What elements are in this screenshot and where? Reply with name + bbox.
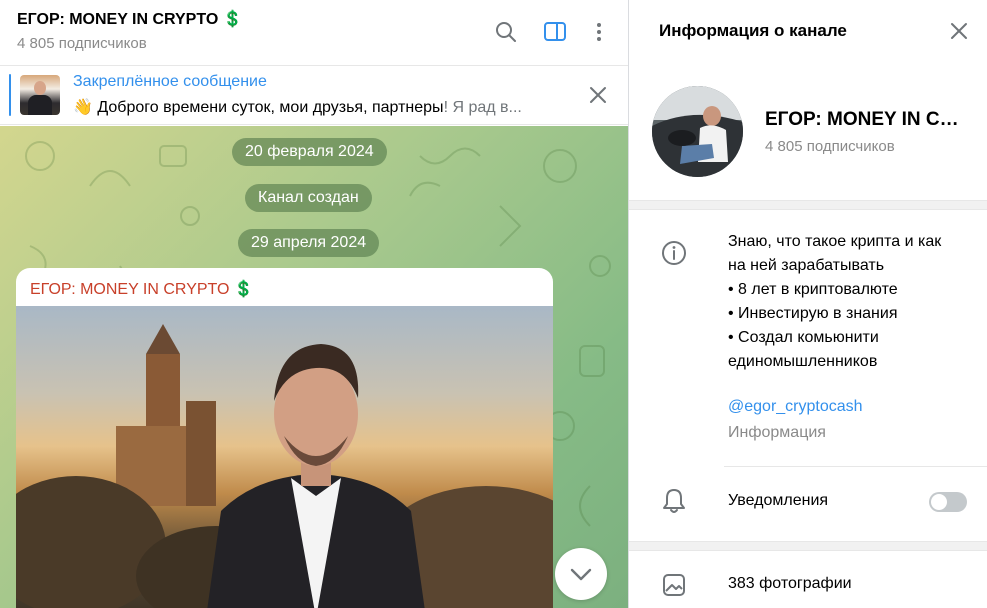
info-icon [659, 238, 689, 268]
post-photo[interactable] [16, 306, 553, 608]
description-line: • 8 лет в криптовалюте [728, 281, 898, 298]
pinned-message-bar[interactable]: Закреплённое сообщение 👋 Доброго времени… [0, 66, 628, 125]
channel-info-panel: Информация о канале ЕГОР: MONEY IN CRYPT… [629, 0, 987, 608]
photo-icon [659, 570, 689, 600]
channel-avatar[interactable] [652, 86, 743, 177]
chat-subscribers: 4 805 подписчиков [17, 35, 147, 52]
more-menu-button[interactable] [586, 19, 612, 45]
notifications-label[interactable]: Уведомления [728, 492, 828, 510]
post-photo-image [16, 324, 553, 608]
scroll-to-bottom-button[interactable] [555, 548, 607, 600]
chat-pane: ЕГОР: MONEY IN CRYPTO 💲 4 805 подписчико… [0, 0, 628, 608]
description-line: на ней зарабатывать [728, 257, 885, 274]
more-vertical-icon [597, 23, 601, 41]
sidebar-toggle-icon [544, 22, 566, 41]
description-line: • Создал комьюнити [728, 329, 879, 346]
description-line: единомышленников [728, 353, 878, 370]
description-line: • Инвестирую в знания [728, 305, 898, 322]
date-separator: 29 апреля 2024 [238, 229, 380, 257]
pinned-indicator [9, 74, 11, 116]
description-line: Знаю, что такое крипта и как [728, 233, 942, 250]
notifications-toggle[interactable] [929, 492, 967, 512]
search-button[interactable] [493, 19, 519, 45]
pinned-text-main: 👋 Доброго времени суток, мои друзья, пар… [73, 99, 444, 116]
pinned-thumbnail [20, 75, 60, 115]
channel-subscribers: 4 805 подписчиков [765, 138, 895, 155]
close-icon [590, 87, 606, 103]
date-separator: 20 февраля 2024 [232, 138, 387, 166]
post-author[interactable]: ЕГОР: MONEY IN CRYPTO 💲 [30, 279, 254, 299]
channel-description: Знаю, что такое крипта и как на ней зара… [728, 230, 973, 374]
service-message-channel-created: Канал создан [245, 184, 372, 212]
channel-post[interactable]: ЕГОР: MONEY IN CRYPTO 💲 [16, 268, 553, 608]
info-panel-title: Информация о канале [659, 21, 847, 40]
photos-count-link[interactable]: 383 фотографии [728, 575, 852, 593]
pinned-text-tail: ! Я рад в... [443, 99, 522, 116]
info-close-button[interactable] [947, 19, 971, 43]
channel-username-link[interactable]: @egor_cryptocash [728, 398, 863, 416]
pinned-text: 👋 Доброго времени суток, мои друзья, пар… [73, 97, 558, 117]
toggle-info-panel-button[interactable] [542, 19, 568, 45]
bell-icon [659, 486, 689, 516]
pinned-close-button[interactable] [586, 83, 610, 107]
section-separator [629, 541, 987, 551]
search-icon [496, 22, 516, 42]
chat-header[interactable]: ЕГОР: MONEY IN CRYPTO 💲 4 805 подписчико… [0, 0, 628, 66]
channel-name: ЕГОР: MONEY IN CRYPTO 💲 [765, 109, 965, 130]
section-separator [629, 200, 987, 210]
toggle-knob [931, 494, 947, 510]
username-caption: Информация [728, 424, 826, 441]
row-divider [724, 466, 987, 467]
pinned-label: Закреплённое сообщение [73, 73, 267, 90]
chevron-down-icon [570, 568, 592, 581]
close-icon [951, 23, 967, 39]
chat-title[interactable]: ЕГОР: MONEY IN CRYPTO 💲 [17, 9, 243, 29]
avatar-image [652, 86, 743, 177]
